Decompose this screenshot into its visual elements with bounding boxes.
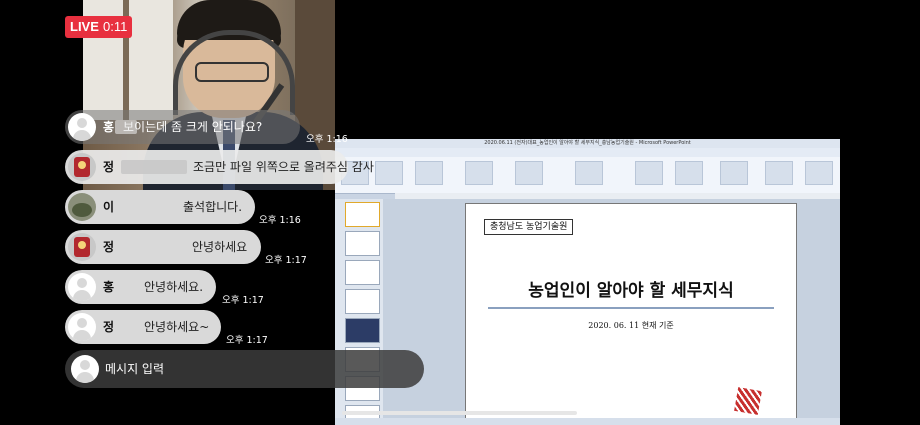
avatar-default-icon	[68, 313, 96, 341]
avatar-flag-icon	[68, 153, 96, 181]
chat-time: 오후 1:17	[222, 295, 264, 306]
chat-time: 오후 1:17	[226, 335, 268, 346]
chat-message: 정 안녕하세요~	[65, 310, 221, 344]
status-bar	[335, 418, 840, 425]
chat-message: 홍 안녕하세요.	[65, 270, 216, 304]
chat-text: 출석합니다.	[183, 200, 243, 214]
chat-name: 정	[103, 240, 115, 254]
ribbon	[335, 157, 840, 194]
slide-date: 2020. 06. 11 현재 기준	[588, 321, 674, 330]
message-input-placeholder: 메시지 입력	[105, 362, 165, 376]
chat-text: 안녕하세요~	[144, 320, 210, 334]
chat-message: 이 출석합니다.	[65, 190, 255, 224]
chat-text: 안녕하세요.	[144, 280, 204, 294]
chat-text: 조금만 파일 위쪽으로 올려주심 감사	[193, 160, 374, 174]
home-indicator[interactable]	[342, 411, 577, 415]
chat-time: 오후 1:17	[265, 255, 307, 266]
ribbon-tabs	[335, 148, 840, 157]
logo-icon	[734, 387, 762, 415]
chat-text: 보이는데 좀 크게 안되나요?	[123, 120, 263, 134]
slide-thumbnails	[335, 199, 383, 425]
avatar-photo-icon	[68, 193, 96, 221]
message-input[interactable]: 메시지 입력	[65, 350, 424, 388]
live-timer: 0:11	[103, 19, 128, 34]
window-title: 2020.06.11 (전자)대표_농업인이 알아야 할 세무지식_충남농업기술…	[335, 139, 840, 148]
chat-name: 정	[103, 160, 115, 174]
chat-message: 정 조금만 파일 위쪽으로 올려주심 감사	[65, 150, 374, 184]
live-badge: LIVE 0:11	[65, 16, 132, 38]
chat-message: 홍 보이는데 좀 크게 안되나요?	[65, 110, 300, 144]
slide-title: 농업인이 알아야 할 세무지식	[528, 281, 734, 301]
chat-name: 홍	[103, 120, 115, 134]
chat-time: 오후 1:16	[259, 215, 301, 226]
chat-message: 정 안녕하세요	[65, 230, 261, 264]
chat-name: 홍	[103, 280, 115, 294]
live-label: LIVE	[70, 19, 99, 34]
avatar-default-icon	[68, 113, 96, 141]
slide: 충청남도 농업기술원 농업인이 알아야 할 세무지식 2020. 06. 11 …	[465, 203, 797, 425]
chat-time: 오후 1:16	[306, 134, 348, 145]
slide-title-rule	[488, 307, 774, 309]
avatar-default-icon	[68, 273, 96, 301]
slide-org: 충청남도 농업기술원	[484, 219, 574, 235]
chat-name: 정	[103, 320, 115, 334]
avatar-default-icon	[71, 355, 99, 383]
avatar-flag-icon	[68, 233, 96, 261]
chat-text: 안녕하세요	[192, 240, 248, 254]
chat-name: 이	[103, 200, 115, 214]
